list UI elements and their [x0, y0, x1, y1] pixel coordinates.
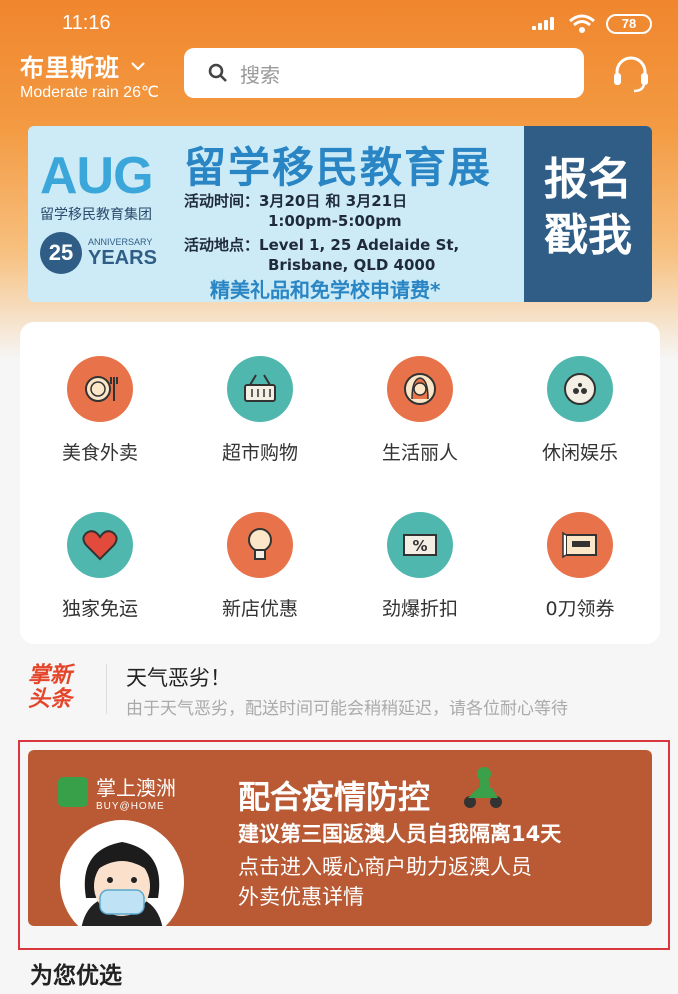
years-label: YEARS [88, 246, 157, 269]
anniversary-number: 25 [40, 232, 82, 274]
promo-line-2: 点击进入暖心商户助力返澳人员 [238, 855, 532, 879]
brand-sub: BUY@HOME [96, 801, 165, 812]
brand-logo: 掌上澳洲 BUY@HOME [58, 772, 176, 812]
promo-title: 配合疫情防控 [238, 778, 431, 816]
category-free-delivery[interactable]: 独家免运 [20, 512, 180, 632]
category-food[interactable]: 美食外卖 [20, 356, 180, 476]
banner-highlight: 精美礼品和免学校申请费* [210, 278, 441, 302]
event-place-city: Brisbane, QLD 4000 [268, 256, 436, 274]
beauty-icon [387, 356, 453, 422]
city-name: 布里斯班 [20, 54, 120, 82]
category-leisure[interactable]: 休闲娱乐 [500, 356, 660, 476]
event-place-row: 活动地点：Level 1, 25 Adelaide St, [184, 234, 459, 255]
anniversary-badge: 25 ANNIVERSARY YEARS [40, 232, 157, 274]
basket-icon [227, 356, 293, 422]
aug-logo-subtitle: 留学移民教育集团 [40, 207, 152, 223]
section-title: 为您优选 [30, 963, 122, 989]
news-title[interactable]: 天气恶劣！ [126, 662, 231, 692]
signup-button[interactable]: 报名 戳我 [524, 126, 652, 302]
heart-icon [67, 512, 133, 578]
svg-text:%: % [412, 537, 427, 555]
category-coupon[interactable]: 0刀领券 [500, 512, 660, 632]
masked-girl-illustration [60, 820, 184, 926]
category-new-store[interactable]: 新店优惠 [180, 512, 340, 632]
event-time-row: 活动时间：3月20日 和 3月21日 [184, 190, 407, 211]
event-time-label: 活动时间： [184, 192, 260, 210]
delivery-rider-icon [464, 767, 502, 808]
category-label: 0刀领券 [545, 598, 615, 620]
category-label: 劲爆折扣 [381, 598, 458, 620]
news-subtitle[interactable]: 由于天气恶劣，配送时间可能会稍稍延迟，请各位耐心等待 [126, 694, 646, 719]
banner-title: 留学移民教育展 [184, 143, 493, 192]
news-logo-line2: 头条 [28, 687, 73, 712]
brand-name: 掌上澳洲 [96, 776, 176, 800]
event-place-label: 活动地点： [184, 236, 260, 254]
leisure-icon [547, 356, 613, 422]
wifi-icon [569, 14, 595, 33]
aug-logo: AUG [40, 147, 154, 205]
search-input[interactable]: 搜索 [184, 48, 584, 98]
category-label: 超市购物 [221, 442, 298, 464]
signal-icon [532, 16, 558, 32]
category-discount[interactable]: % 劲爆折扣 [340, 512, 500, 632]
category-grid: 美食外卖 超市购物 生活丽人 休闲娱乐 独家免运 新店优惠 % 劲爆折扣 0刀领… [20, 322, 660, 644]
category-label: 新店优惠 [221, 598, 298, 620]
news-logo-line1: 掌新 [28, 663, 73, 688]
australia-map-icon [58, 777, 88, 807]
event-time-value: 3月20日 和 3月21日 [259, 192, 408, 210]
city-selector[interactable]: 布里斯班 [20, 48, 146, 83]
category-supermarket[interactable]: 超市购物 [180, 356, 340, 476]
coupon-icon [547, 512, 613, 578]
battery-indicator: 78 [606, 14, 652, 34]
status-icons: 78 [532, 14, 652, 34]
discount-icon: % [387, 512, 453, 578]
promo-line-1: 建议第三国返澳人员自我隔离14天 [238, 822, 562, 846]
event-banner[interactable]: AUG 留学移民教育集团 25 ANNIVERSARY YEARS 留学移民教育… [28, 126, 652, 302]
promo-details: 点击进入暖心商户助力返澳人员 外卖优惠详情 [238, 852, 532, 912]
anniversary-label: ANNIVERSARY [88, 236, 153, 247]
search-icon [208, 63, 227, 82]
category-beauty[interactable]: 生活丽人 [340, 356, 500, 476]
customer-service-icon[interactable] [610, 54, 652, 94]
signup-label-2: 戳我 [544, 210, 632, 261]
chevron-down-icon [131, 61, 145, 71]
event-place-value: Level 1, 25 Adelaide St, [259, 236, 460, 254]
category-label: 美食外卖 [61, 442, 138, 464]
food-icon [67, 356, 133, 422]
signup-label-1: 报名 [544, 154, 632, 205]
search-placeholder: 搜索 [240, 62, 280, 87]
category-label: 休闲娱乐 [541, 442, 618, 464]
covid-promo-banner[interactable]: 掌上澳洲 BUY@HOME 配合疫情防控 建议第三国返澳人员自我隔离14天 点击… [28, 750, 652, 926]
status-bar: 11:16 78 [0, 0, 678, 50]
weather-text: Moderate rain 26℃ [20, 84, 159, 101]
event-time-hours: 1:00pm-5:00pm [268, 212, 402, 230]
news-divider [106, 664, 107, 714]
category-label: 独家免运 [61, 598, 138, 620]
status-time: 11:16 [62, 12, 111, 34]
promo-line-3: 外卖优惠详情 [238, 885, 364, 909]
news-logo: 掌新 头条 [28, 664, 72, 712]
bulb-icon [227, 512, 293, 578]
category-label: 生活丽人 [381, 442, 458, 464]
